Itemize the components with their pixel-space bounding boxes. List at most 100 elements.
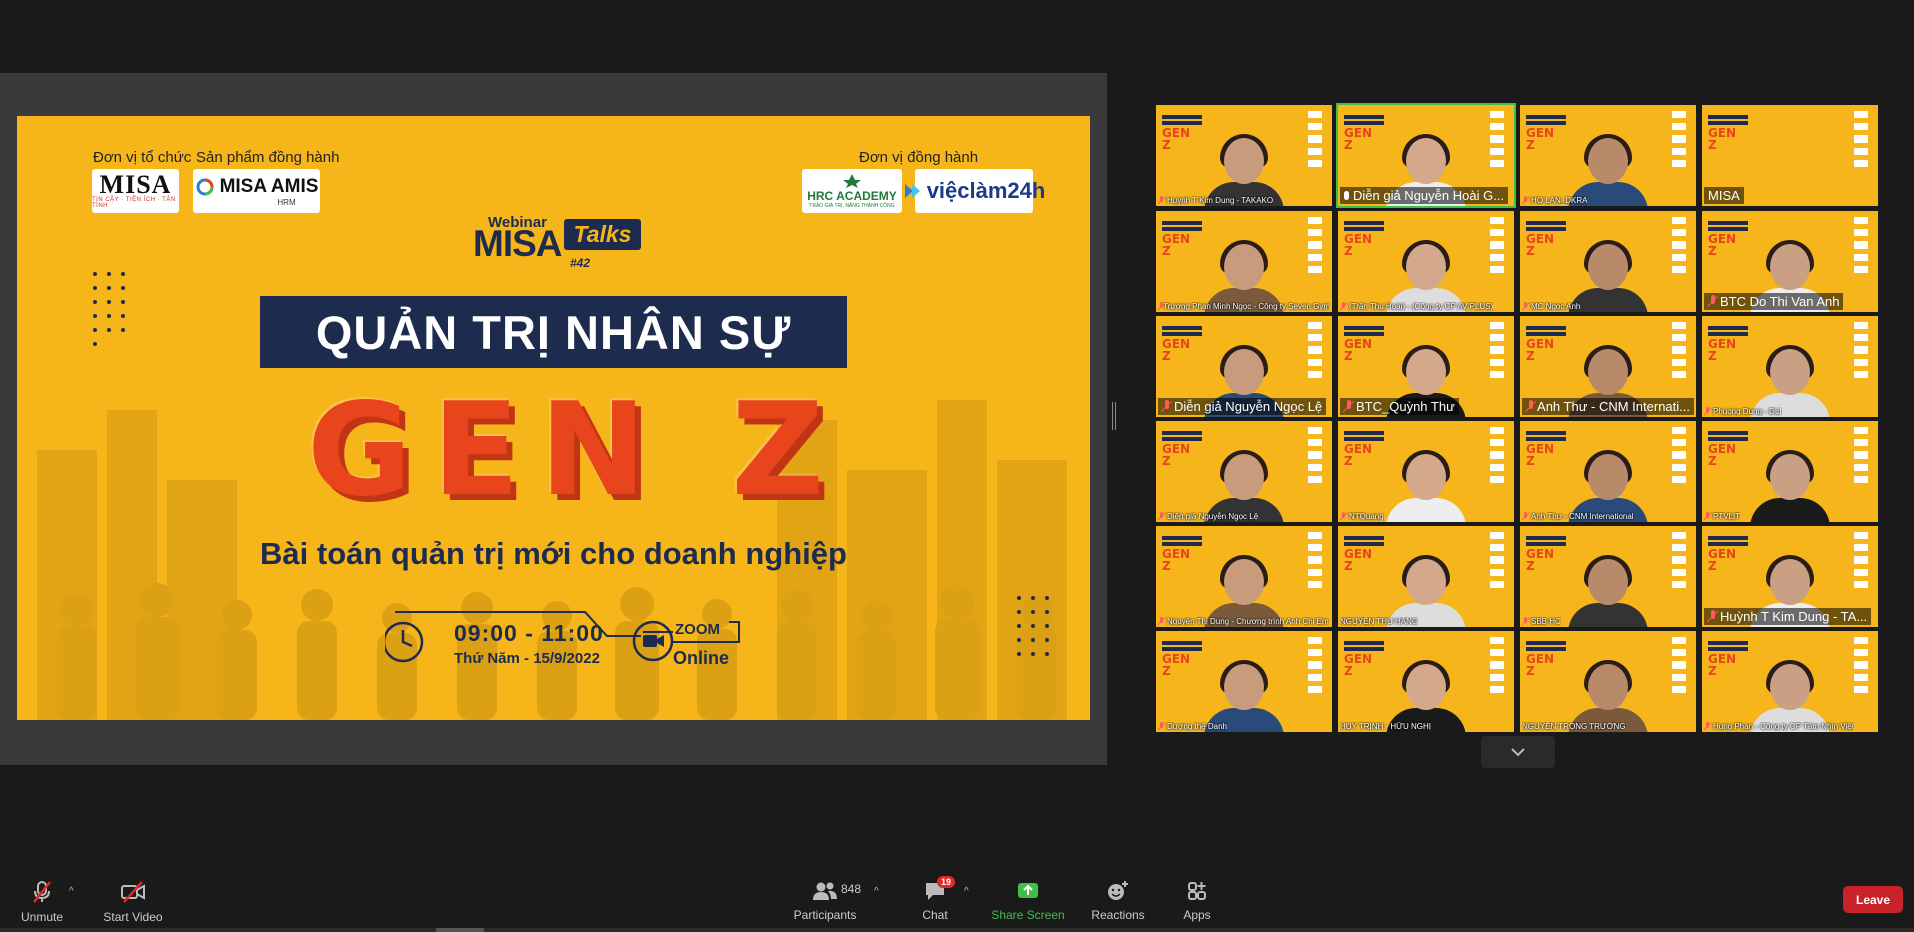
participant-tile[interactable]: GEN Z BTC_Quỳnh Thư: [1338, 316, 1514, 417]
participant-name: Dương thế Danh: [1158, 722, 1227, 731]
chat-label: Chat: [922, 908, 948, 922]
participant-tile[interactable]: GEN Z PTVLIT: [1702, 421, 1878, 522]
participant-name-text: NGUYỄN TRỌNG TRƯỜNG: [1522, 722, 1626, 731]
participant-tile[interactable]: GEN Z Phuong Dung - DLI: [1702, 316, 1878, 417]
event-date: Thứ Năm - 15/9/2022: [454, 650, 600, 667]
tile-background-text: GEN Z: [1162, 232, 1191, 258]
vieclam24h-logo: việclàm24h: [904, 169, 1045, 213]
tile-background-logos: [1854, 532, 1868, 589]
share-screen-button[interactable]: Share Screen: [991, 866, 1065, 928]
participant-name: (Trần Thu Hoài) - (Công ty CP AV PLUS): [1340, 302, 1493, 311]
tile-background-text: GEN Z: [1526, 652, 1555, 678]
video-camera-off-icon: [121, 881, 145, 903]
tile-background-headline: GEN Z: [1162, 221, 1202, 257]
tile-background-text: GEN Z: [1526, 442, 1555, 468]
shared-screen-area: Đơn vị tổ chức Sản phẩm đồng hành Đơn vị…: [0, 73, 1107, 765]
participant-name-text: Diễn giả Nguyễn Ngọc Lệ: [1174, 399, 1323, 414]
leave-button[interactable]: Leave: [1843, 886, 1903, 913]
participants-options-caret[interactable]: ^: [874, 886, 879, 897]
mic-muted-icon: [1158, 302, 1164, 311]
unmute-button[interactable]: Unmute: [12, 866, 72, 928]
start-video-label: Start Video: [103, 910, 163, 924]
gallery-next-page-button[interactable]: [1481, 736, 1555, 768]
participants-count: 848: [841, 882, 862, 896]
participant-name: HUY TRỊNH - HỮU NGHỊ: [1340, 722, 1431, 731]
participant-tile[interactable]: GEN Z Hung Phan - Công ty CP Tầm Nhìn Việ…: [1702, 631, 1878, 732]
participant-tile[interactable]: GEN Z Huỳnh T Kim Dung - TAKAKO: [1156, 105, 1332, 206]
participant-tile[interactable]: GEN Z Trương Phan Minh Ngọc - Công ty Sev…: [1156, 211, 1332, 312]
chat-button[interactable]: Chat: [910, 866, 960, 928]
product-label: Sản phẩm đồng hành: [196, 149, 340, 166]
participant-tile[interactable]: GEN Z MISA: [1702, 105, 1878, 206]
tile-background-text: GEN Z: [1708, 652, 1737, 678]
title-banner: QUẢN TRỊ NHÂN SỰ: [260, 296, 847, 368]
participant-name: Diễn giả Nguyễn Ngọc Lệ: [1158, 512, 1258, 521]
tile-background-headline: GEN Z: [1708, 115, 1748, 151]
mic-muted-icon: [1158, 196, 1165, 205]
participant-tile[interactable]: GEN Z BTC Do Thi Van Anh: [1702, 211, 1878, 312]
participant-name-text: Huỳnh T Kim Dung - TA...: [1720, 609, 1868, 624]
participant-name-text: MC Ngọc Anh: [1531, 302, 1581, 311]
tile-background-headline: GEN Z: [1526, 115, 1566, 151]
organizer-label: Đơn vị tổ chức: [93, 149, 192, 166]
tile-background-logos: [1672, 427, 1686, 484]
misa-amis-logo: MISA AMIS HRM: [193, 169, 320, 213]
tile-background-text: GEN Z: [1526, 126, 1555, 152]
participant-tile[interactable]: GEN Z Huỳnh T Kim Dung - TA...: [1702, 526, 1878, 627]
participant-tile[interactable]: GEN Z NGUYỄN THU HẰNG: [1338, 526, 1514, 627]
participant-name-text: NTQuang: [1349, 512, 1384, 521]
reactions-label: Reactions: [1091, 908, 1145, 922]
view-splitter-handle[interactable]: [1112, 402, 1116, 430]
participant-name-text: Trương Phan Minh Ngọc - Công ty Seven Gy…: [1163, 302, 1330, 311]
tile-background-headline: GEN Z: [1526, 641, 1566, 677]
participant-tile[interactable]: GEN Z Nguyễn Thị Dung - Chương trình Anh …: [1156, 526, 1332, 627]
participant-tile[interactable]: GEN Z Diễn giả Nguyễn Ngọc Lệ: [1156, 316, 1332, 417]
participant-tile[interactable]: GEN Z HUY TRỊNH - HỮU NGHỊ: [1338, 631, 1514, 732]
tile-background-text: GEN Z: [1344, 232, 1373, 258]
audio-options-caret[interactable]: ^: [69, 886, 74, 897]
partner-label: Đơn vị đồng hành: [859, 149, 979, 166]
participant-tile[interactable]: GEN Z NTQuang: [1338, 421, 1514, 522]
participant-tile[interactable]: GEN Z Diễn giả Nguyễn Ngọc Lệ: [1156, 421, 1332, 522]
misa-talks-logo: MISA Talks: [473, 219, 642, 264]
tile-background-headline: GEN Z: [1162, 326, 1202, 362]
apps-button[interactable]: Apps: [1168, 866, 1226, 928]
participant-video: [1382, 450, 1470, 522]
tile-background-logos: [1490, 322, 1504, 379]
participant-tile[interactable]: GEN Z NGUYỄN TRỌNG TRƯỜNG: [1520, 631, 1696, 732]
tile-background-text: GEN Z: [1708, 442, 1737, 468]
tile-background-logos: [1854, 111, 1868, 168]
participant-tile[interactable]: GEN Z HO LAN_DKRA: [1520, 105, 1696, 206]
participants-button[interactable]: Participants: [790, 866, 860, 928]
apps-label: Apps: [1183, 908, 1211, 922]
participant-tile[interactable]: GEN Z SBB HC: [1520, 526, 1696, 627]
participant-tile[interactable]: GEN Z Anh Thư - CNM Internati...: [1520, 316, 1696, 417]
hrc-emblem-icon: [843, 174, 861, 188]
tile-background-logos: [1308, 217, 1322, 274]
tile-background-headline: GEN Z: [1344, 326, 1384, 362]
participant-name: Huỳnh T Kim Dung - TA...: [1704, 608, 1872, 625]
participant-tile[interactable]: GEN Z Diễn giả Nguyễn Hoài G...: [1336, 103, 1516, 208]
start-video-button[interactable]: Start Video: [102, 866, 164, 928]
tile-background-text: GEN Z: [1344, 126, 1373, 152]
tile-background-logos: [1672, 217, 1686, 274]
participant-tile[interactable]: GEN Z (Trần Thu Hoài) - (Công ty CP AV PL…: [1338, 211, 1514, 312]
tile-background-headline: GEN Z: [1526, 431, 1566, 467]
chat-options-caret[interactable]: ^: [964, 886, 969, 897]
participant-name-text: HUY TRỊNH - HỮU NGHỊ: [1340, 722, 1431, 731]
tile-background-text: GEN Z: [1344, 547, 1373, 573]
tile-background-logos: [1490, 427, 1504, 484]
participant-name-text: Phuong Dung - DLI: [1713, 407, 1782, 416]
microphone-muted-icon: [33, 881, 51, 903]
tile-background-text: GEN Z: [1526, 232, 1555, 258]
participant-name: PTVLIT: [1704, 512, 1740, 521]
reactions-button[interactable]: Reactions: [1088, 866, 1148, 928]
share-screen-icon: [1018, 883, 1038, 898]
participant-name: Diễn giả Nguyễn Hoài G...: [1340, 187, 1509, 204]
participant-tile[interactable]: GEN Z Anh Thư - CNM International: [1520, 421, 1696, 522]
meeting-toolbar: Unmute ^ Start Video Participants 848 ^ …: [0, 866, 1914, 932]
participant-tile[interactable]: GEN Z Dương thế Danh: [1156, 631, 1332, 732]
unmute-label: Unmute: [20, 910, 64, 924]
participant-tile[interactable]: GEN Z MC Ngọc Anh: [1520, 211, 1696, 312]
mic-muted-icon: [1522, 512, 1529, 521]
